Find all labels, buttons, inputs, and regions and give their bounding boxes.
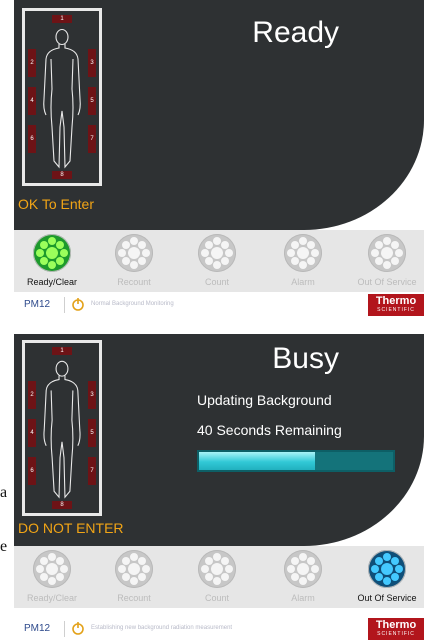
indicator-label: Count (204, 277, 230, 287)
indicator-count: Count (187, 550, 247, 603)
sensor-7: 7 (88, 125, 96, 153)
indicator-label: Out Of Service (357, 593, 417, 603)
background-progress-bar (197, 450, 395, 472)
alarm-lamp-icon (284, 550, 322, 588)
monitor-screen-busy: 1 2 3 4 5 6 7 8 DO NOT ENTER Busy Updati… (14, 334, 424, 641)
body-diagram: 1 2 3 4 5 6 7 8 (22, 8, 102, 186)
status-panel: 1 2 3 4 5 6 7 8 OK To Enter Ready (14, 0, 424, 230)
power-icon (72, 298, 84, 311)
indicator-count: Count (187, 234, 247, 287)
alarm-lamp-icon (284, 234, 322, 272)
indicator-ready-clear: Ready/Clear (22, 550, 82, 603)
indicator-label: Out Of Service (357, 277, 417, 287)
count-lamp-icon (198, 234, 236, 272)
indicator-out-of-service: Out Of Service (357, 550, 417, 603)
indicator-label: Alarm (291, 277, 315, 287)
device-id: PM12 (24, 623, 51, 634)
power-icon (72, 622, 84, 635)
indicator-ready-clear: Ready/Clear (22, 234, 82, 287)
page-text-fragment: e (0, 538, 8, 555)
indicator-label: Recount (117, 277, 151, 287)
recount-lamp-icon (115, 234, 153, 272)
recount-lamp-icon (115, 550, 153, 588)
indicator-out-of-service: Out Of Service (357, 234, 417, 287)
entry-status: OK To Enter (18, 196, 95, 212)
divider (64, 297, 65, 313)
ready-clear-lamp-icon (33, 234, 71, 272)
out-of-service-lamp-icon (368, 234, 406, 272)
status-message: Establishing new background radiation me… (91, 625, 233, 631)
entry-status: DO NOT ENTER (18, 520, 124, 536)
ready-clear-lamp-icon (33, 550, 71, 588)
status-bar: PM12 Establishing new background radiati… (14, 618, 424, 640)
out-of-service-lamp-icon (368, 550, 406, 588)
status-message: Normal Background Monitoring (91, 301, 174, 307)
brand-logo: Thermo SCIENTIFIC (368, 618, 424, 640)
sensor-2: 2 (28, 381, 36, 409)
sensor-5: 5 (88, 87, 96, 115)
progress-fill (199, 452, 316, 470)
sensor-2: 2 (28, 49, 36, 77)
sensor-1: 1 (52, 347, 72, 355)
indicator-bar: Ready/Clear Recount Count Alarm Out Of S… (14, 546, 424, 608)
indicator-label: Count (204, 593, 230, 603)
brand-logo: Thermo SCIENTIFIC (368, 294, 424, 316)
device-id: PM12 (24, 299, 51, 310)
indicator-recount: Recount (104, 550, 164, 603)
countdown-message: 40 Seconds Remaining (197, 422, 342, 438)
indicator-label: Recount (117, 593, 151, 603)
indicator-label: Ready/Clear (26, 593, 78, 603)
sensor-7: 7 (88, 457, 96, 485)
sensor-4: 4 (28, 87, 36, 115)
sensor-1: 1 (52, 15, 72, 23)
sensor-6: 6 (28, 125, 36, 153)
sensor-3: 3 (88, 381, 96, 409)
body-diagram: 1 2 3 4 5 6 7 8 (22, 340, 102, 516)
indicator-recount: Recount (104, 234, 164, 287)
sensor-6: 6 (28, 457, 36, 485)
status-panel: 1 2 3 4 5 6 7 8 DO NOT ENTER Busy Updati… (14, 334, 424, 546)
divider (64, 621, 65, 637)
sensor-5: 5 (88, 419, 96, 447)
state-title: Ready (252, 16, 339, 49)
page-text-fragment: a (0, 484, 8, 501)
status-message-line: Updating Background (197, 392, 332, 408)
status-bar: PM12 Normal Background Monitoring Thermo… (14, 294, 424, 316)
state-title: Busy (272, 342, 339, 375)
sensor-8: 8 (52, 501, 72, 509)
sensor-3: 3 (88, 49, 96, 77)
indicator-alarm: Alarm (273, 234, 333, 287)
sensor-8: 8 (52, 171, 72, 179)
indicator-label: Ready/Clear (26, 277, 78, 287)
sensor-4: 4 (28, 419, 36, 447)
indicator-label: Alarm (291, 593, 315, 603)
monitor-screen-ready: 1 2 3 4 5 6 7 8 OK To Enter Ready Ready/… (14, 0, 424, 322)
indicator-alarm: Alarm (273, 550, 333, 603)
indicator-bar: Ready/Clear Recount Count Alarm Out Of S… (14, 230, 424, 292)
count-lamp-icon (198, 550, 236, 588)
